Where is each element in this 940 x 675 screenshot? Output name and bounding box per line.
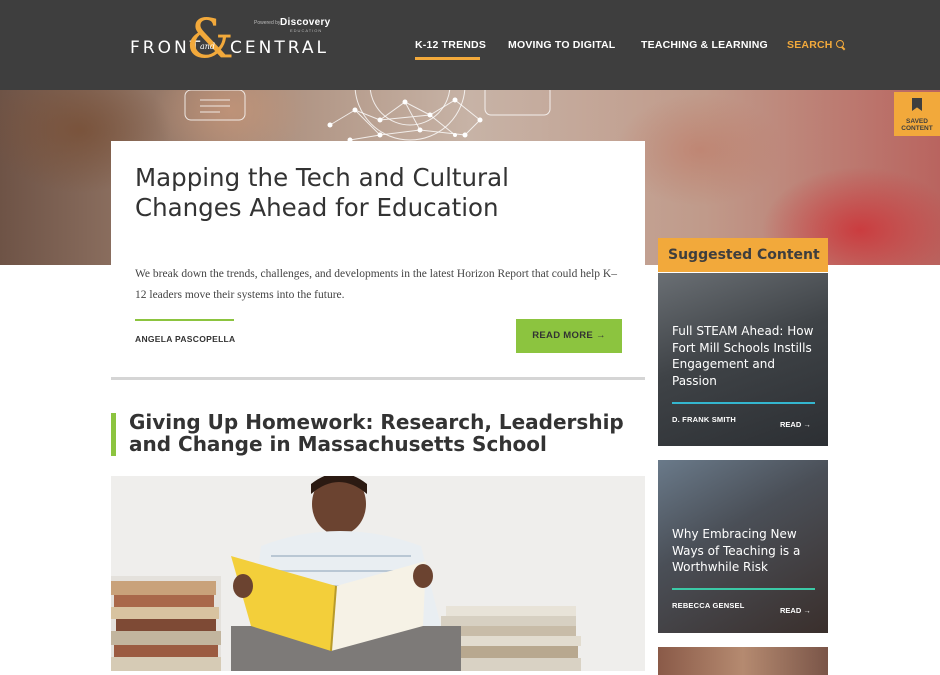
nav-search[interactable]: SEARCH <box>787 39 845 53</box>
nav-search-label: SEARCH <box>787 39 833 51</box>
suggested-card-title[interactable]: Why Embracing New Ways of Teaching is a … <box>672 526 818 576</box>
saved-content-label: SAVED CONTENT <box>894 118 940 132</box>
nav-k12-trends[interactable]: K-12 TRENDS <box>415 39 486 53</box>
nav-moving-to-digital[interactable]: MOVING TO DIGITAL <box>508 39 615 53</box>
suggested-content-title: Suggested Content <box>668 247 820 263</box>
suggested-card-author[interactable]: D. FRANK SMITH <box>672 415 736 424</box>
saved-content-tab[interactable]: SAVED CONTENT <box>894 92 940 136</box>
logo-ampersand: & <box>186 7 235 70</box>
nav-teaching-learning[interactable]: TEACHING & LEARNING <box>641 39 768 53</box>
suggested-card-steam[interactable]: Full STEAM Ahead: How Fort Mill Schools … <box>658 273 828 446</box>
saved-label-line2: CONTENT <box>901 125 933 132</box>
suggested-card-accent-bar <box>672 402 815 404</box>
article-title-accent <box>111 413 116 456</box>
featured-article-author[interactable]: ANGELA PASCOPELLA <box>135 334 236 344</box>
education-logo-text: EDUCATION <box>290 28 323 33</box>
author-divider <box>135 319 234 321</box>
featured-article-description: We break down the trends, challenges, an… <box>135 268 617 301</box>
powered-by-text: Powered by <box>254 20 281 26</box>
logo-central-text: CENTRAL <box>230 38 329 58</box>
bookmark-icon <box>912 98 922 111</box>
featured-article-title[interactable]: Mapping the Tech and Cultural Changes Ah… <box>135 163 535 223</box>
site-header: FRONT & and CENTRAL Powered by Discovery… <box>0 0 940 90</box>
suggested-card-partial[interactable] <box>658 647 828 675</box>
nav-active-indicator <box>415 57 480 60</box>
article-title[interactable]: Giving Up Homework: Research, Leadership… <box>129 411 649 455</box>
search-icon <box>835 40 845 49</box>
logo-and-text: and <box>200 42 216 51</box>
suggested-content-header: Suggested Content <box>658 238 828 272</box>
featured-article-card: Mapping the Tech and Cultural Changes Ah… <box>111 141 645 380</box>
suggested-card-title[interactable]: Full STEAM Ahead: How Fort Mill Schools … <box>672 323 818 389</box>
front-and-central-logo[interactable]: FRONT & and CENTRAL Powered by Discovery… <box>130 12 331 74</box>
suggested-card-read-link[interactable]: READ → <box>780 606 811 615</box>
suggested-card-accent-bar <box>672 588 815 590</box>
suggested-card-new-ways[interactable]: Why Embracing New Ways of Teaching is a … <box>658 460 828 633</box>
read-more-button[interactable]: READ MORE → <box>516 319 622 353</box>
discovery-logo-text: Discovery <box>280 17 331 28</box>
suggested-card-author[interactable]: REBECCA GENSEL <box>672 601 745 610</box>
saved-label-line1: SAVED <box>906 118 928 125</box>
boy-reading-illustration <box>111 476 645 671</box>
suggested-card-read-link[interactable]: READ → <box>780 420 811 429</box>
article-image-boy-reading[interactable] <box>111 476 645 671</box>
